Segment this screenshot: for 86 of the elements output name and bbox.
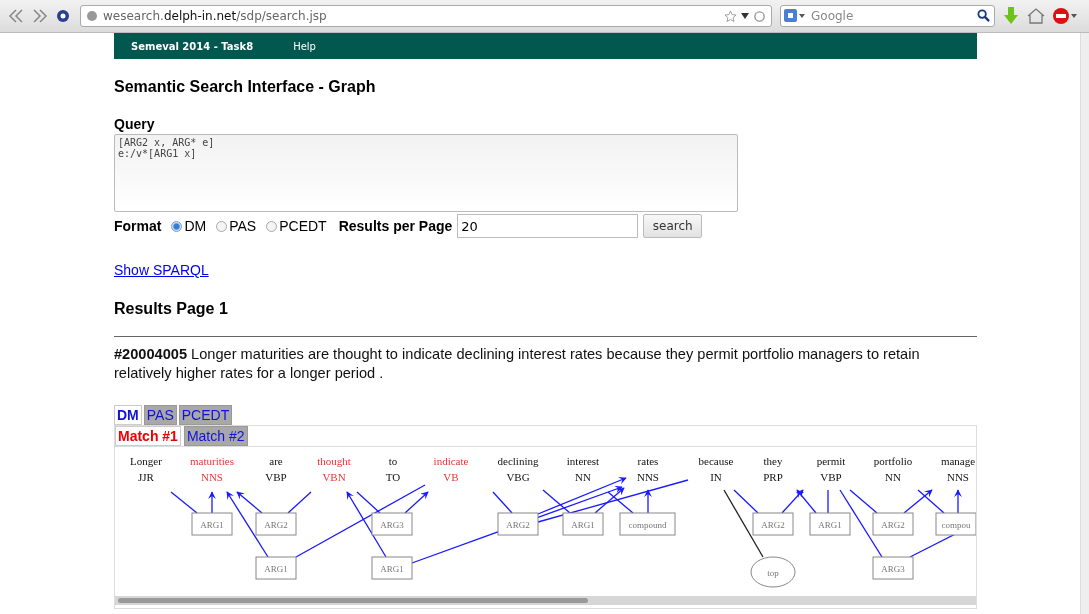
format-radio[interactable]: PCEDT bbox=[266, 218, 327, 234]
pos-tag: IN bbox=[710, 471, 722, 483]
token-word: maturities bbox=[190, 455, 234, 467]
role-node: ARG3 bbox=[872, 556, 914, 580]
pos-tag: VB bbox=[443, 471, 459, 483]
role-node: ARG2 bbox=[872, 512, 914, 536]
format-radio[interactable]: DM bbox=[171, 218, 207, 234]
edge-arrow bbox=[644, 489, 652, 514]
token-word: are bbox=[269, 455, 283, 467]
query-label: Query bbox=[114, 116, 155, 132]
pos-tag: VBG bbox=[506, 471, 530, 483]
token-word: they bbox=[763, 455, 783, 467]
s-logo-icon[interactable] bbox=[56, 9, 70, 23]
home-icon[interactable] bbox=[1027, 8, 1045, 24]
url-field[interactable]: wesearch.delph-in.net/sdp/search.jsp bbox=[80, 5, 772, 27]
token-word: Longer bbox=[130, 455, 162, 467]
role-node: ARG2 bbox=[497, 512, 539, 536]
role-node: ARG1 bbox=[371, 556, 413, 580]
role-node: ARG1 bbox=[255, 556, 297, 580]
pos-tag: NN bbox=[575, 471, 591, 483]
show-sparql-link[interactable]: Show SPARQL bbox=[114, 262, 209, 278]
pos-tag: VBN bbox=[322, 471, 346, 483]
edge-line bbox=[827, 489, 829, 514]
pos-tag: VBP bbox=[820, 471, 842, 483]
page-title: Semantic Search Interface - Graph bbox=[114, 78, 376, 96]
token-word: to bbox=[388, 455, 398, 467]
results-per-page-label: Results per Page bbox=[338, 218, 453, 234]
role-node: ARG1 bbox=[191, 512, 233, 536]
search-icon[interactable] bbox=[977, 9, 990, 22]
token-word: because bbox=[698, 455, 734, 467]
back-icon[interactable] bbox=[8, 9, 24, 23]
google-icon[interactable] bbox=[784, 9, 806, 22]
star-icon[interactable] bbox=[724, 9, 737, 23]
dropdown-icon[interactable] bbox=[741, 13, 749, 19]
edge-arrow bbox=[208, 491, 216, 514]
token-word: declining bbox=[497, 455, 539, 467]
search-field[interactable]: Google bbox=[780, 5, 995, 27]
results-heading: Results Page 1 bbox=[114, 300, 228, 318]
edge-line bbox=[170, 491, 198, 514]
pos-tag: VBP bbox=[265, 471, 287, 483]
query-field[interactable]: [ARG2 x, ARG* e] e:/v*[ARG1 x] bbox=[114, 134, 738, 212]
token-word: interest bbox=[566, 455, 600, 467]
token-word: permit bbox=[816, 455, 846, 467]
edge-line bbox=[492, 491, 513, 514]
edge-arrow bbox=[781, 489, 804, 514]
adblock-icon[interactable] bbox=[1053, 7, 1077, 25]
role-node: ARG2 bbox=[255, 512, 297, 536]
pos-tag: NNS bbox=[947, 471, 969, 483]
role-node: compound bbox=[619, 512, 676, 536]
result-sentence: #20004005 Longer maturities are thought to indicate declining interest rates because they permit portfolio managers to retain relatively higher rates for a longer period . bbox=[114, 345, 921, 383]
nav-link[interactable]: Help bbox=[293, 40, 316, 52]
nav-link[interactable]: Semeval 2014 - Task8 bbox=[131, 40, 254, 52]
pos-tag: NN bbox=[885, 471, 901, 483]
edge-arrow bbox=[796, 489, 817, 514]
format-tab[interactable]: DM bbox=[114, 405, 142, 425]
format-tab[interactable]: PAS bbox=[143, 405, 177, 425]
top-node: top bbox=[750, 556, 796, 588]
search-button[interactable]: search bbox=[643, 214, 703, 238]
role-node: ARG2 bbox=[752, 512, 794, 536]
token-word: rates bbox=[637, 455, 659, 467]
download-icon[interactable] bbox=[1003, 7, 1019, 25]
edge-line bbox=[917, 489, 945, 514]
token-word: manage bbox=[940, 455, 976, 467]
scrollbar[interactable] bbox=[115, 596, 976, 605]
format-radio[interactable]: PAS bbox=[216, 218, 257, 234]
pos-tag: TO bbox=[385, 471, 401, 483]
forward-icon[interactable] bbox=[32, 9, 48, 23]
role-node: ARG1 bbox=[562, 512, 604, 536]
pos-tag: NNS bbox=[637, 471, 659, 483]
role-node: ARG3 bbox=[371, 512, 413, 536]
match-tab[interactable]: Match #2 bbox=[183, 426, 248, 446]
match-tab[interactable]: Match #1 bbox=[115, 426, 181, 446]
pos-tag: NNS bbox=[201, 471, 223, 483]
token-word: thought bbox=[317, 455, 351, 467]
pos-tag: PRP bbox=[763, 471, 783, 483]
token-word: indicate bbox=[433, 455, 469, 467]
pos-tag: JJR bbox=[138, 471, 154, 483]
role-node: ARG1 bbox=[809, 512, 851, 536]
token-word: portfolio bbox=[873, 455, 913, 467]
edge-arrow bbox=[903, 489, 933, 514]
format-tab[interactable]: PCEDT bbox=[178, 405, 233, 425]
edge-arrow bbox=[954, 489, 962, 514]
scrollbar[interactable] bbox=[1080, 33, 1089, 614]
role-node: compou bbox=[935, 512, 976, 536]
format-label: Format bbox=[114, 218, 162, 234]
results-per-page-field[interactable]: 20 bbox=[457, 214, 639, 238]
